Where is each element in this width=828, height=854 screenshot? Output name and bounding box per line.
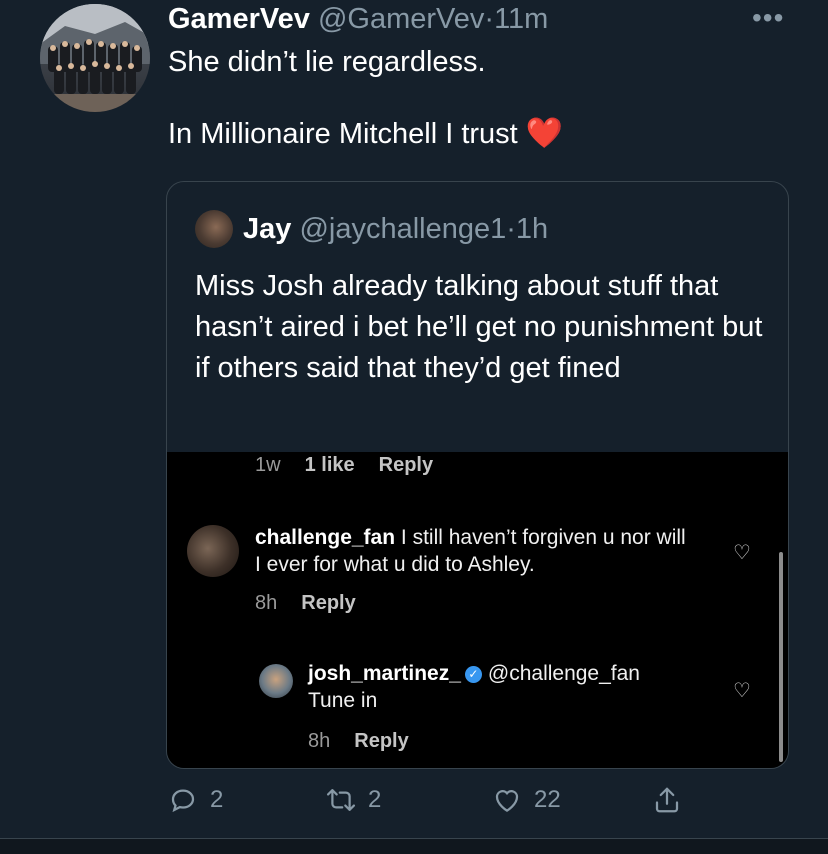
quoted-tweet-text: Miss Josh already talking about stuff th… (195, 270, 763, 384)
like-heart-icon (490, 783, 524, 817)
top-comment-likes: 1 like (304, 454, 355, 476)
author-name[interactable]: GamerVev (168, 3, 310, 35)
tweet-time[interactable]: 11m (494, 3, 548, 35)
comment-1-time: 8h (255, 592, 278, 614)
reply-button[interactable]: 2 (166, 783, 223, 817)
comment-1-user: challenge_fan (255, 526, 396, 549)
tweet-text-line-2: In Millionaire Mitchell I trust ❤️ (168, 116, 808, 152)
quoted-author-avatar[interactable] (195, 210, 233, 248)
top-comment-time: 1w (255, 454, 281, 476)
reply-icon (166, 783, 200, 817)
quoted-author-name: Jay (243, 213, 292, 245)
more-options-icon[interactable]: ••• (752, 2, 784, 34)
quoted-tweet[interactable]: Jay @jaychallenge1·1h Miss Josh already … (166, 181, 789, 769)
share-button[interactable] (650, 783, 694, 817)
comment-2-user: josh_martinez_ (308, 662, 461, 685)
comment-2-time: 8h (308, 730, 331, 752)
quoted-separator-dot: · (506, 213, 516, 245)
verified-badge-icon: ✓ (464, 665, 482, 683)
comment-1-meta: 8h Reply (255, 592, 356, 615)
reply-count: 2 (210, 786, 224, 813)
tweet-text-line-1: She didn’t lie regardless. (168, 46, 486, 78)
share-icon (650, 783, 684, 817)
commenter-avatar (187, 525, 239, 577)
screenshot-scrollbar (779, 552, 783, 762)
like-count: 22 (534, 786, 561, 813)
comment-2-meta: 8h Reply (308, 730, 409, 753)
tweet-text: She didn’t lie regardless. In Millionair… (168, 44, 808, 152)
retweet-button[interactable]: 2 (324, 783, 381, 817)
comment-1: challenge_fan I still haven’t forgiven u… (255, 524, 695, 578)
quoted-tweet-time: 1h (515, 213, 549, 245)
comment-1-reply: Reply (301, 592, 356, 614)
quoted-author-handle: @jaychallenge1 (299, 213, 507, 245)
retweet-icon (324, 783, 358, 817)
tweet-header: GamerVev @GamerVev·11m (168, 2, 548, 36)
comment-1-like-icon: ♡ (733, 542, 751, 564)
separator-dot: · (484, 3, 495, 35)
heart-emoji: ❤️ (525, 117, 564, 150)
comment-2: josh_martinez_ ✓ @challenge_fan Tune in (308, 660, 718, 714)
top-comment-meta: 1w 1 like Reply (255, 454, 433, 477)
quoted-tweet-header: Jay @jaychallenge1·1h (243, 212, 548, 246)
comment-2-text: Tune in (308, 689, 378, 712)
retweet-count: 2 (368, 786, 382, 813)
comment-2-reply: Reply (354, 730, 409, 752)
comment-2-like-icon: ♡ (733, 680, 751, 702)
top-comment-reply: Reply (378, 454, 434, 476)
tweet-text-line-2-text: In Millionaire Mitchell I trust (168, 118, 518, 150)
reply-avatar (259, 664, 293, 698)
author-handle[interactable]: @GamerVev (318, 3, 484, 35)
tweet-actions: 2 2 22 (0, 783, 828, 823)
next-tweet-edge (0, 839, 828, 854)
author-avatar[interactable] (40, 4, 150, 112)
comment-2-mention: @challenge_fan (487, 662, 640, 685)
instagram-screenshot[interactable]: 1w 1 like Reply challenge_fan I still have… (167, 452, 788, 768)
like-button[interactable]: 22 (490, 783, 561, 817)
